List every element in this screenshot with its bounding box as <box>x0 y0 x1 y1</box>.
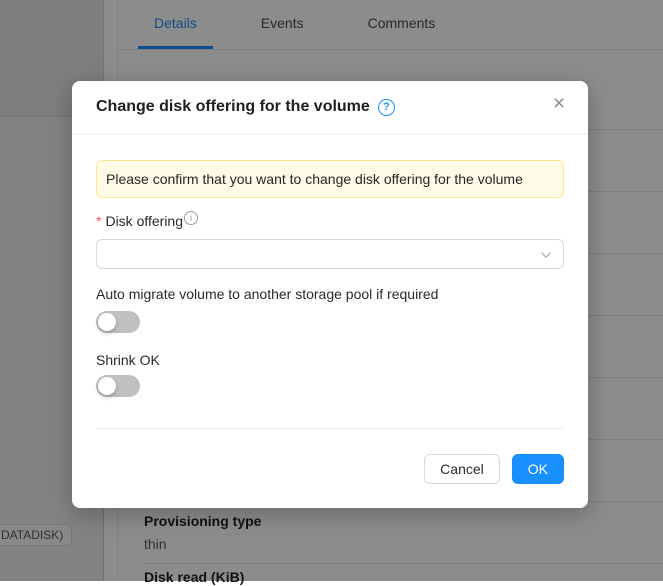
required-asterisk: * <box>96 210 101 232</box>
auto-migrate-label: Auto migrate volume to another storage p… <box>96 283 564 305</box>
auto-migrate-toggle[interactable] <box>96 311 140 333</box>
disk-offering-select[interactable] <box>96 239 564 269</box>
question-circle-icon[interactable]: ? <box>378 99 395 116</box>
close-icon[interactable]: × <box>546 91 572 117</box>
disk-offering-field-label: * Disk offering i <box>96 210 564 232</box>
confirm-warning-alert: Please confirm that you want to change d… <box>96 160 564 198</box>
info-circle-icon[interactable]: i <box>184 211 198 225</box>
modal-title: Change disk offering for the volume <box>96 96 370 118</box>
toggle-knob <box>98 313 116 331</box>
chevron-down-icon <box>540 249 552 261</box>
ok-button[interactable]: OK <box>512 454 564 484</box>
shrink-ok-toggle[interactable] <box>96 375 140 397</box>
modal-header: Change disk offering for the volume ? × <box>72 81 588 134</box>
cancel-button[interactable]: Cancel <box>424 454 500 484</box>
modal-footer: Cancel OK <box>96 429 564 484</box>
modal-body: Please confirm that you want to change d… <box>72 134 588 508</box>
disk-offering-label: Disk offering <box>105 210 183 232</box>
shrink-ok-label: Shrink OK <box>96 349 564 371</box>
change-disk-offering-modal: Change disk offering for the volume ? × … <box>72 81 588 508</box>
toggle-knob <box>98 377 116 395</box>
